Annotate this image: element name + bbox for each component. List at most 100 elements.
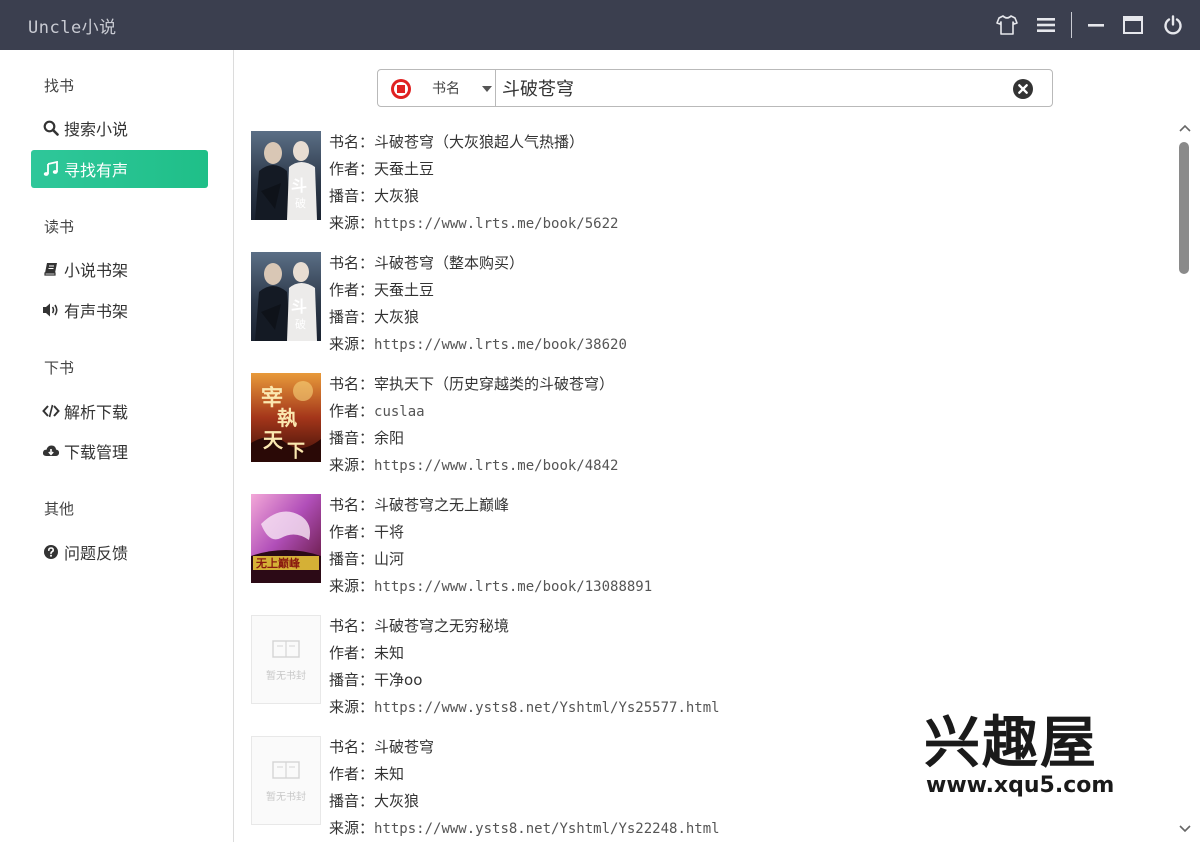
maximize-icon xyxy=(1123,16,1143,34)
sidebar-item-parse-download[interactable]: 解析下载 xyxy=(31,392,208,430)
shirt-icon xyxy=(996,15,1018,35)
book-cover-placeholder: 暂无书封 xyxy=(251,736,321,825)
search-input[interactable] xyxy=(502,74,1002,102)
clear-search-button[interactable] xyxy=(1012,78,1034,100)
result-source: 来源：https://www.ysts8.net/Yshtml/Ys22248.… xyxy=(329,819,720,837)
book-cover: 斗 破 xyxy=(251,131,321,220)
book-cover: 无上巅峰 xyxy=(251,494,321,583)
stop-icon xyxy=(391,79,411,99)
book-icon xyxy=(42,260,60,278)
close-button[interactable] xyxy=(1158,10,1188,40)
result-author: 作者：天蚕土豆 xyxy=(329,160,435,178)
result-title: 书名：斗破苍穹 xyxy=(329,738,435,756)
minimize-icon xyxy=(1088,24,1104,27)
title-bar: Uncle小说 xyxy=(0,0,1200,50)
chevron-up-icon xyxy=(1179,124,1191,132)
result-author: 作者：干将 xyxy=(329,523,405,541)
chevron-down-icon xyxy=(1179,825,1191,833)
section-title-find: 找书 xyxy=(44,77,75,95)
result-narrator: 播音：大灰狼 xyxy=(329,308,420,326)
section-title-read: 读书 xyxy=(44,218,75,236)
result-source: 来源：https://www.lrts.me/book/38620 xyxy=(329,335,627,353)
sidebar-item-find-audio[interactable]: 寻找有声 xyxy=(31,150,208,188)
result-narrator: 播音：余阳 xyxy=(329,429,405,447)
app-title: Uncle小说 xyxy=(28,18,117,38)
search-bar: 书名 xyxy=(377,69,1053,107)
result-title: 书名：斗破苍穹（大灰狼超人气热播） xyxy=(329,133,585,151)
power-icon xyxy=(1164,15,1182,35)
section-title-other: 其他 xyxy=(44,500,75,518)
cloud-download-icon xyxy=(42,442,60,460)
result-narrator: 播音：干净oo xyxy=(329,671,423,689)
search-type-select[interactable]: 书名 xyxy=(424,70,496,106)
result-source: 来源：https://www.lrts.me/book/4842 xyxy=(329,456,619,474)
result-source: 来源：https://www.lrts.me/book/13088891 xyxy=(329,577,653,595)
search-icon xyxy=(42,119,60,137)
sidebar-item-label: 解析下载 xyxy=(64,403,129,422)
cover-placeholder-text: 暂无书封 xyxy=(266,792,306,803)
sidebar-item-search-novel[interactable]: 搜索小说 xyxy=(31,109,208,147)
result-title: 书名：斗破苍穹之无上巅峰 xyxy=(329,496,510,514)
result-item[interactable]: 暂无书封 书名：斗破苍穹之无穷秘境 作者：未知 播音：干净oo 来源：https… xyxy=(250,612,1150,722)
theme-button[interactable] xyxy=(992,10,1022,40)
caret-down-icon xyxy=(482,86,492,92)
svg-text:破: 破 xyxy=(295,317,306,331)
titlebar-divider xyxy=(1071,12,1072,38)
result-title: 书名：斗破苍穹之无穷秘境 xyxy=(329,617,510,635)
sidebar-item-label: 下载管理 xyxy=(64,443,129,462)
clear-icon xyxy=(1013,79,1033,99)
result-title: 书名：斗破苍穹（整本购买） xyxy=(329,254,525,272)
volume-icon xyxy=(42,301,60,319)
result-title: 书名：宰执天下（历史穿越类的斗破苍穹） xyxy=(329,375,615,393)
sidebar: 找书 搜索小说 寻找有声 读书 小说书架 有声书架 下书 解析下载 下载管理 其… xyxy=(0,50,234,842)
music-icon xyxy=(42,160,60,178)
sidebar-item-novel-shelf[interactable]: 小说书架 xyxy=(31,250,208,288)
result-author: 作者：天蚕土豆 xyxy=(329,281,435,299)
sidebar-item-download-manager[interactable]: 下载管理 xyxy=(31,432,208,470)
watermark-url: www.xqu5.com xyxy=(926,773,1114,798)
scroll-down-button[interactable] xyxy=(1178,820,1192,834)
svg-text:天: 天 xyxy=(263,428,284,452)
scrollbar-thumb[interactable] xyxy=(1179,142,1189,274)
result-source: 来源：https://www.ysts8.net/Yshtml/Ys25577.… xyxy=(329,698,720,716)
scroll-up-button[interactable] xyxy=(1178,121,1192,135)
watermark-logo: 兴趣屋 www.xqu5.com xyxy=(922,708,1118,800)
result-item[interactable]: 宰 執 天 下 书名：宰执天下（历史穿越类的斗破苍穹） 作者：cuslaa 播音… xyxy=(250,370,1150,480)
book-cover: 斗 破 xyxy=(251,252,321,341)
result-author: 作者：未知 xyxy=(329,644,405,662)
sidebar-item-audio-shelf[interactable]: 有声书架 xyxy=(31,291,208,329)
result-narrator: 播音：山河 xyxy=(329,550,405,568)
menu-icon xyxy=(1037,18,1055,32)
result-item[interactable]: 无上巅峰 书名：斗破苍穹之无上巅峰 作者：干将 播音：山河 来源：https:/… xyxy=(250,491,1150,601)
stop-search-button[interactable] xyxy=(390,78,412,100)
sidebar-item-label: 小说书架 xyxy=(64,261,129,280)
result-narrator: 播音：大灰狼 xyxy=(329,792,420,810)
svg-text:斗: 斗 xyxy=(291,176,307,195)
svg-text:破: 破 xyxy=(295,196,306,210)
book-icon xyxy=(272,761,300,779)
result-source: 来源：https://www.lrts.me/book/5622 xyxy=(329,214,619,232)
result-item[interactable]: 斗 破 书名：斗破苍穹（整本购买） 作者：天蚕土豆 播音：大灰狼 来源：http… xyxy=(250,249,1150,359)
minimize-button[interactable] xyxy=(1081,10,1111,40)
watermark-text: 兴趣屋 xyxy=(924,711,1098,776)
section-title-download: 下书 xyxy=(44,359,75,377)
svg-text:執: 執 xyxy=(277,406,297,430)
cover-placeholder-text: 暂无书封 xyxy=(266,671,306,682)
maximize-button[interactable] xyxy=(1118,10,1148,40)
svg-text:斗: 斗 xyxy=(291,297,307,316)
sidebar-item-label: 有声书架 xyxy=(64,302,129,321)
svg-text:下: 下 xyxy=(287,441,305,462)
search-type-label: 书名 xyxy=(432,81,460,97)
result-author: 作者：未知 xyxy=(329,765,405,783)
result-narrator: 播音：大灰狼 xyxy=(329,187,420,205)
book-cover-placeholder: 暂无书封 xyxy=(251,615,321,704)
sidebar-item-label: 问题反馈 xyxy=(64,544,129,563)
book-cover: 宰 執 天 下 xyxy=(251,373,321,462)
sidebar-item-feedback[interactable]: 问题反馈 xyxy=(31,533,208,571)
result-author: 作者：cuslaa xyxy=(329,402,425,420)
menu-button[interactable] xyxy=(1031,10,1061,40)
result-item[interactable]: 斗 破 书名：斗破苍穹（大灰狼超人气热播） 作者：天蚕土豆 播音：大灰狼 来源：… xyxy=(250,128,1150,238)
sidebar-item-label: 搜索小说 xyxy=(64,120,129,139)
book-icon xyxy=(272,640,300,658)
code-icon xyxy=(42,402,60,420)
